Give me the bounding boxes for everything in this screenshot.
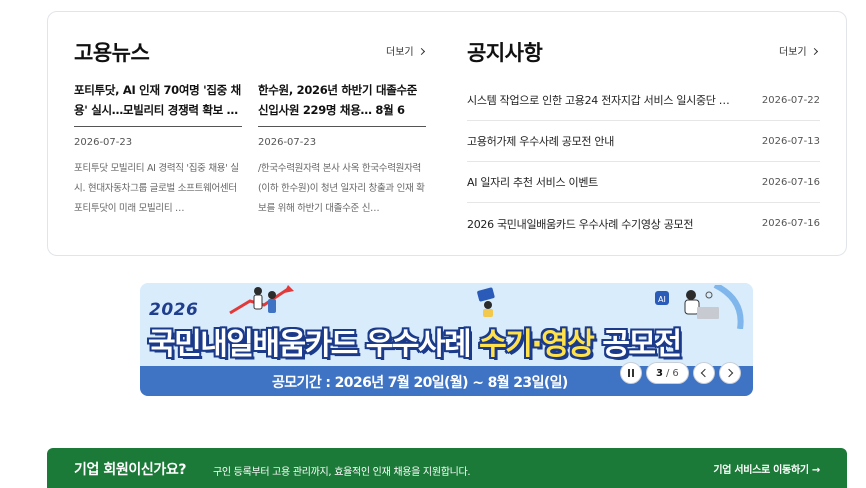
notice-more-link[interactable]: 더보기 — [779, 43, 818, 58]
card-holder-illustration — [477, 287, 495, 317]
chevron-left-icon — [700, 368, 709, 378]
next-slide-button[interactable] — [718, 362, 741, 384]
slide-separator: / — [665, 367, 670, 379]
slide-total: 6 — [672, 367, 679, 379]
notice-date: 2026-07-13 — [761, 135, 820, 147]
news-item-date: 2026-07-23 — [258, 137, 317, 148]
notice-date: 2026-07-22 — [761, 94, 820, 106]
slide-current: 3 — [656, 367, 663, 379]
news-item-desc: 포티투닷 모빌리티 AI 경력직 '집중 채용' 실시. 현대자동차그룹 글로벌… — [74, 163, 239, 214]
pause-icon — [628, 369, 634, 377]
notice-row[interactable]: 2026 국민내일배움카드 우수사례 수기영상 공모전 2026-07-16 — [467, 203, 820, 244]
news-section-title: 고용뉴스 — [74, 41, 150, 65]
business-service-link[interactable]: 기업 서비스로 이동하기 → — [713, 461, 820, 476]
people-climbing-illustration — [229, 285, 294, 315]
news-item-date: 2026-07-23 — [74, 137, 133, 148]
banner-year: 2026 — [149, 300, 199, 320]
news-more-label: 더보기 — [386, 47, 414, 58]
news-item-1[interactable]: 포티투닷, AI 인재 70여명 '집중 채용' 실시…모빌리티 경쟁력 확보 … — [74, 80, 242, 219]
chevron-right-icon — [810, 47, 818, 55]
banner-headline-end: 공모전 — [593, 327, 682, 362]
carousel-controls: 3 / 6 — [620, 362, 741, 384]
pause-button[interactable] — [620, 362, 642, 384]
slide-counter: 3 / 6 — [646, 362, 689, 384]
notice-date: 2026-07-16 — [761, 176, 820, 188]
notice-list: 시스템 작업으로 인한 고용24 전자지갑 서비스 일시중단 … 2026-07… — [467, 80, 820, 244]
banner-headline: 국민내일배움카드 우수사례 수기·영상 공모전 — [148, 319, 682, 363]
chevron-right-icon — [417, 47, 425, 55]
news-item-title: 포티투닷, AI 인재 70여명 '집중 채용' 실시…모빌리티 경쟁력 확보 … — [74, 83, 241, 117]
notice-section-title: 공지사항 — [467, 41, 543, 65]
banner-period: 공모기간 : 2026년 7월 20일(월) ~ 8월 23일(일) — [272, 375, 568, 391]
business-member-bar: 기업 회원이신가요? 구인 등록부터 고용 관리까지, 효율적인 인재 채용을 … — [47, 448, 847, 488]
news-notice-card: 고용뉴스 더보기 포티투닷, AI 인재 70여명 '집중 채용' 실시…모빌리… — [47, 11, 847, 256]
notice-text: 시스템 작업으로 인한 고용24 전자지갑 서비스 일시중단 … — [467, 94, 730, 107]
notice-row[interactable]: 시스템 작업으로 인한 고용24 전자지갑 서비스 일시중단 … 2026-07… — [467, 80, 820, 121]
chevron-right-icon — [724, 368, 733, 378]
news-more-link[interactable]: 더보기 — [386, 43, 425, 58]
news-item-2[interactable]: 한수원, 2026년 하반기 대졸수준 신입사원 229명 채용… 8월 6일…… — [258, 80, 426, 219]
notice-row[interactable]: AI 일자리 추천 서비스 이벤트 2026-07-16 — [467, 162, 820, 203]
news-item-divider — [74, 126, 242, 127]
notice-date: 2026-07-16 — [761, 218, 820, 229]
business-title: 기업 회원이신가요? — [74, 462, 187, 478]
news-item-title: 한수원, 2026년 하반기 대졸수준 신입사원 229명 채용… 8월 6일… — [258, 83, 418, 117]
ai-badge: AI — [658, 295, 666, 304]
news-item-divider — [258, 126, 426, 127]
notice-text: 2026 국민내일배움카드 우수사례 수기영상 공모전 — [467, 217, 694, 231]
notice-text: 고용허가제 우수사례 공모전 안내 — [467, 135, 615, 148]
prev-slide-button[interactable] — [692, 362, 715, 384]
notice-more-label: 더보기 — [779, 47, 807, 58]
banner-headline-main: 국민내일배움카드 우수사례 — [148, 327, 480, 362]
news-item-desc: /한국수력원자력 본사 사옥 한국수력원자력(이하 한수원)이 청년 일자리 창… — [258, 163, 425, 214]
banner-headline-highlight: 수기·영상 — [479, 327, 595, 362]
business-desc: 구인 등록부터 고용 관리까지, 효율적인 인재 채용을 지원합니다. — [213, 467, 471, 478]
notice-text: AI 일자리 추천 서비스 이벤트 — [467, 176, 598, 189]
notice-row[interactable]: 고용허가제 우수사례 공모전 안내 2026-07-13 — [467, 121, 820, 162]
